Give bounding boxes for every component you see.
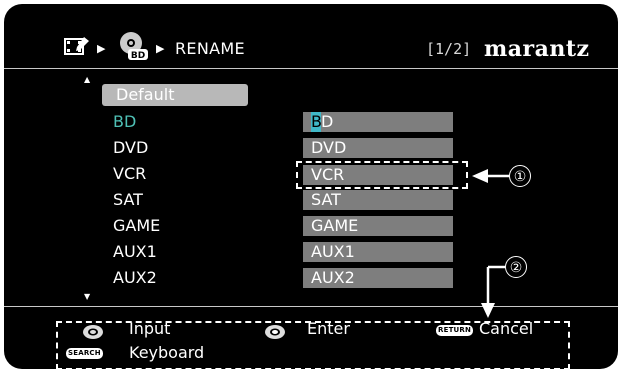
callout-number-1: ① [509,165,531,187]
cursor-pad-icon [83,325,103,339]
scroll-down-icon[interactable]: ▼ [84,292,90,301]
rename-field[interactable]: SAT [303,190,453,210]
rename-field[interactable]: BD [303,112,453,132]
search-button-icon: SEARCH [66,348,103,359]
header-divider [4,68,618,69]
list-item-label[interactable]: BD [113,112,136,131]
osd-screen: ▶ BD ▶ RENAME [1/2] marantz ▲ Default BD… [4,4,618,369]
guide-cancel-label: Cancel [479,319,534,338]
list-item-label[interactable]: VCR [113,164,146,183]
callout-box-1 [296,161,468,189]
breadcrumb-arrow-icon: ▶ [97,42,106,55]
page-indicator: [1/2] [426,40,472,58]
callout-number-2: ② [505,256,527,278]
guide-input-label: Input [129,319,171,338]
rename-field[interactable]: GAME [303,216,453,236]
scroll-up-icon[interactable]: ▲ [84,75,90,84]
guide-enter-label: Enter [307,319,350,338]
screen-frame: ▶ BD ▶ RENAME [1/2] marantz ▲ Default BD… [0,0,622,373]
rename-field[interactable]: AUX1 [303,242,453,262]
list-item-label[interactable]: AUX2 [113,268,157,287]
brand-logo: marantz [484,36,590,62]
breadcrumb-arrow-icon: ▶ [156,42,165,55]
svg-text:BD: BD [131,51,145,61]
rename-field[interactable]: AUX2 [303,268,453,288]
guide-divider [4,306,618,307]
header-bar: ▶ BD ▶ RENAME [1/2] marantz [4,4,618,64]
bd-source-icon: BD [120,32,148,61]
list-item-label[interactable]: GAME [113,216,160,235]
return-button-icon: RETURN [436,325,474,336]
page-title: RENAME [175,39,245,58]
rename-field[interactable]: DVD [303,138,453,158]
list-item-label[interactable]: AUX1 [113,242,157,261]
enter-button-icon [265,325,285,339]
guide-keyboard-label: Keyboard [129,343,205,362]
field-text: D [321,112,334,131]
video-setup-icon [64,37,89,55]
list-item-label[interactable]: DVD [113,138,148,157]
list-item-label[interactable]: SAT [113,190,143,209]
default-button[interactable]: Default [102,84,248,106]
text-cursor: B [311,112,322,132]
